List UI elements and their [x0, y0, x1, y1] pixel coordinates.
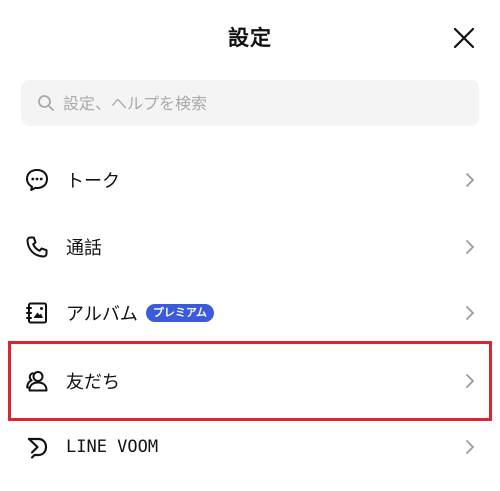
settings-screen: 設定 トーク	[0, 0, 500, 491]
chevron-right-icon	[464, 171, 476, 189]
header: 設定	[0, 0, 500, 76]
chevron-right-icon	[464, 238, 476, 256]
chevron-right-icon	[464, 304, 476, 322]
menu-item-calls[interactable]: 通話	[0, 214, 500, 280]
voom-icon	[24, 434, 50, 460]
close-button[interactable]	[448, 22, 480, 54]
menu-item-label: 友だち	[66, 372, 120, 393]
search-icon	[37, 94, 55, 112]
close-icon	[453, 27, 475, 49]
phone-icon	[24, 234, 50, 260]
menu-item-label: トーク	[66, 171, 120, 192]
album-icon	[24, 300, 50, 326]
chevron-right-icon	[464, 372, 476, 390]
menu-item-friends[interactable]: 友だち	[0, 348, 500, 414]
chat-bubble-icon	[24, 167, 50, 193]
menu-item-line-voom[interactable]: LINE VOOM	[0, 414, 500, 480]
menu-item-label-group: アルバム プレミアム	[66, 300, 215, 326]
chevron-right-icon	[464, 438, 476, 456]
menu-item-label: アルバム	[66, 304, 138, 325]
premium-badge: プレミアム	[145, 304, 215, 322]
page-title: 設定	[228, 26, 272, 50]
search-bar[interactable]	[21, 80, 479, 126]
menu-item-label: LINE VOOM	[66, 437, 159, 457]
search-input[interactable]	[63, 93, 443, 113]
menu-item-label: 通話	[66, 238, 102, 259]
friends-icon	[24, 368, 50, 394]
menu-item-talk[interactable]: トーク	[0, 147, 500, 213]
menu-item-album[interactable]: アルバム プレミアム	[0, 280, 500, 346]
